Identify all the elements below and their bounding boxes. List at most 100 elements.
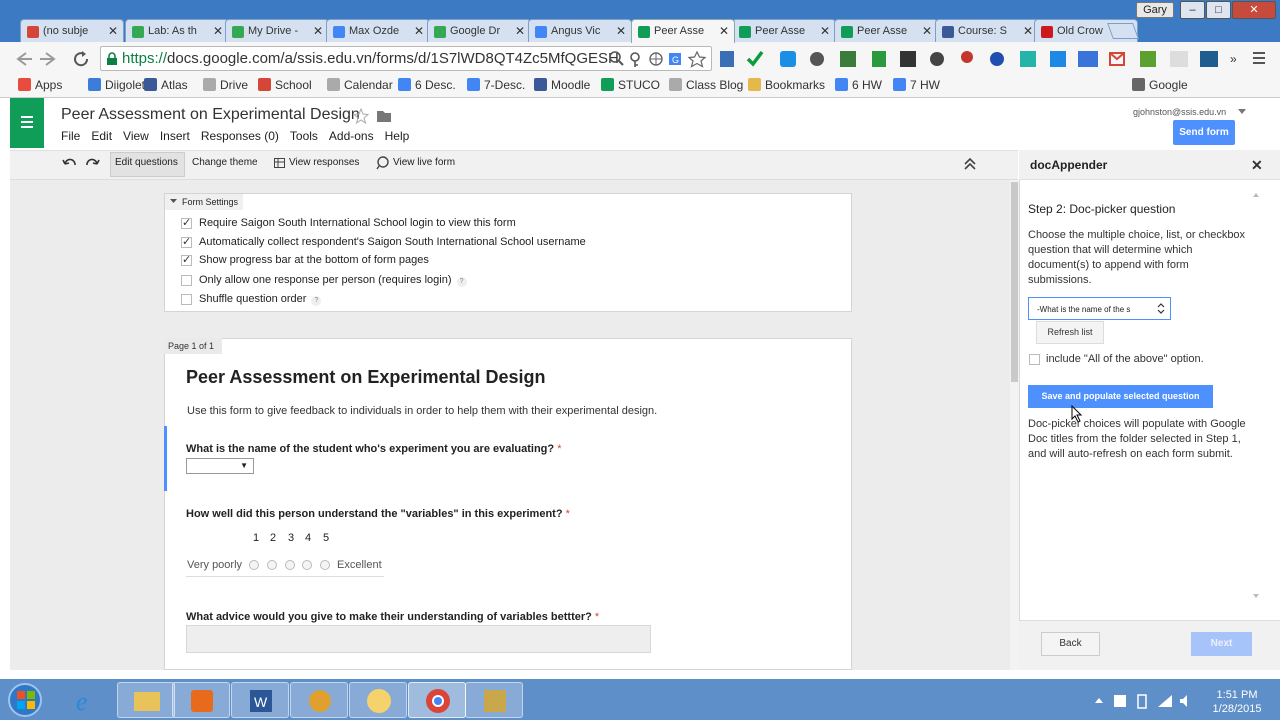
- menu-file[interactable]: File: [61, 129, 80, 143]
- extension-icon[interactable]: [990, 52, 1004, 66]
- volume-icon[interactable]: [1180, 695, 1187, 707]
- browser-tab[interactable]: My Drive - ✕: [225, 19, 329, 43]
- folder-icon[interactable]: [377, 111, 391, 122]
- key-icon[interactable]: [630, 52, 640, 67]
- progress-bar-checkbox[interactable]: [181, 253, 192, 266]
- star-icon[interactable]: [354, 108, 370, 124]
- browser-tab[interactable]: Peer Asse ✕: [631, 19, 735, 43]
- tab-close-icon[interactable]: ✕: [515, 24, 525, 38]
- bookmark-item[interactable]: 7-Desc.: [467, 78, 525, 92]
- tab-close-icon[interactable]: ✕: [820, 24, 830, 38]
- tab-close-icon[interactable]: ✕: [719, 24, 729, 38]
- change-theme-button[interactable]: Change theme: [192, 157, 258, 168]
- reload-icon[interactable]: [74, 51, 89, 67]
- extension-icon[interactable]: [810, 52, 824, 66]
- globe-icon[interactable]: [649, 52, 663, 66]
- browser-tab[interactable]: Max Ozde ✕: [326, 19, 430, 43]
- sidebar-scrollbar[interactable]: [1252, 191, 1260, 603]
- action-center-icon[interactable]: [1114, 695, 1126, 707]
- account-email[interactable]: gjohnston@ssis.edu.vn: [1133, 107, 1226, 117]
- browser-tab[interactable]: Angus Vic ✕: [528, 19, 632, 43]
- scale-radio-1[interactable]: [249, 560, 259, 570]
- menu-edit[interactable]: Edit: [91, 129, 112, 143]
- browser-tab[interactable]: Peer Asse ✕: [834, 19, 938, 43]
- help-icon[interactable]: ?: [456, 277, 467, 287]
- collapse-icon[interactable]: [964, 158, 976, 170]
- question-3[interactable]: What advice would you give to make their…: [186, 611, 599, 623]
- bookmark-item[interactable]: Calendar: [327, 78, 393, 92]
- chevron-down-icon[interactable]: [1238, 109, 1246, 115]
- extension-icon[interactable]: [720, 51, 734, 67]
- extension-icon[interactable]: [930, 52, 944, 66]
- extension-icon[interactable]: [1200, 51, 1218, 67]
- bookmark-item[interactable]: Diigolet: [88, 78, 145, 92]
- bookmark-item[interactable]: 6 HW: [835, 78, 882, 92]
- browser-tab[interactable]: Lab: As th ✕: [125, 19, 229, 43]
- word-taskbar[interactable]: W: [231, 682, 289, 718]
- more-extensions-icon[interactable]: »: [1230, 52, 1237, 66]
- explorer-taskbar[interactable]: [117, 682, 175, 718]
- extension-icon[interactable]: [1050, 51, 1066, 67]
- scale-radio-2[interactable]: [267, 560, 277, 570]
- require-login-checkbox[interactable]: [181, 216, 192, 229]
- extension-icon[interactable]: [961, 51, 973, 63]
- extension-icon[interactable]: [1170, 51, 1188, 67]
- undo-icon[interactable]: [62, 158, 76, 166]
- scrollbar-thumb[interactable]: [1011, 182, 1018, 382]
- extension-icon[interactable]: [1078, 51, 1098, 67]
- bookmark-item[interactable]: Atlas: [144, 78, 188, 92]
- include-all-checkbox[interactable]: [1029, 354, 1040, 365]
- one-response-checkbox[interactable]: [181, 275, 192, 286]
- send-form-button[interactable]: Send form: [1173, 120, 1235, 145]
- clock[interactable]: 1:51 PM 1/28/2015: [1205, 688, 1269, 716]
- tab-close-icon[interactable]: ✕: [313, 24, 323, 38]
- star-icon[interactable]: [687, 50, 707, 68]
- minimize-button[interactable]: –: [1180, 1, 1205, 19]
- form-title[interactable]: Peer Assessment on Experimental Design: [186, 367, 545, 388]
- question-1[interactable]: What is the name of the student who's ex…: [186, 443, 561, 455]
- bookmark-item[interactable]: Drive: [203, 78, 248, 92]
- advice-textarea[interactable]: [186, 625, 651, 653]
- extension-icon[interactable]: [840, 51, 856, 67]
- menu-responses[interactable]: Responses (0): [201, 129, 279, 143]
- bookmark-item[interactable]: Class Blog: [669, 78, 743, 92]
- view-responses-button[interactable]: View responses: [289, 157, 359, 168]
- tab-close-icon[interactable]: ✕: [922, 24, 932, 38]
- extension-icon[interactable]: [872, 51, 886, 67]
- menu-addons[interactable]: Add-ons: [329, 129, 374, 143]
- tab-close-icon[interactable]: ✕: [108, 24, 118, 38]
- extension-icon[interactable]: [1140, 51, 1156, 67]
- bookmark-item[interactable]: School: [258, 78, 312, 92]
- tab-close-icon[interactable]: ✕: [414, 24, 424, 38]
- bookmark-item[interactable]: Moodle: [534, 78, 590, 92]
- view-live-form-button[interactable]: View live form: [393, 157, 455, 168]
- notes-taskbar[interactable]: [465, 682, 523, 718]
- extension-icon[interactable]: [900, 51, 916, 67]
- extension-icon[interactable]: [1109, 52, 1125, 66]
- tray-expand-icon[interactable]: [1095, 698, 1103, 703]
- student-name-dropdown[interactable]: ▼: [186, 458, 254, 474]
- new-tab-button[interactable]: [1107, 23, 1139, 39]
- save-populate-button[interactable]: Save and populate selected question: [1028, 385, 1213, 408]
- bookmark-item[interactable]: Google: [1132, 78, 1188, 92]
- help-icon[interactable]: ?: [311, 296, 322, 306]
- browser-tab[interactable]: Peer Asse ✕: [732, 19, 836, 43]
- app-taskbar[interactable]: [349, 682, 407, 718]
- collect-username-checkbox[interactable]: [181, 235, 192, 248]
- tab-close-icon[interactable]: ✕: [213, 24, 223, 38]
- chrome-taskbar[interactable]: [408, 682, 466, 718]
- bookmark-item[interactable]: Bookmarks: [748, 78, 825, 92]
- back-icon[interactable]: [16, 52, 32, 66]
- sidebar-close-icon[interactable]: ✕: [1251, 157, 1263, 174]
- tab-close-icon[interactable]: ✕: [616, 24, 626, 38]
- back-button[interactable]: Back: [1041, 632, 1100, 656]
- bookmark-item[interactable]: 6 Desc.: [398, 78, 456, 92]
- internet-explorer-taskbar[interactable]: e: [58, 682, 116, 718]
- network-icon[interactable]: [1158, 695, 1172, 707]
- menu-icon[interactable]: [1253, 52, 1265, 64]
- question-2[interactable]: How well did this person understand the …: [186, 508, 570, 520]
- bookmark-item[interactable]: 7 HW: [893, 78, 940, 92]
- battery-icon[interactable]: [1137, 694, 1147, 709]
- menu-tools[interactable]: Tools: [290, 129, 318, 143]
- window-close-button[interactable]: ✕: [1232, 1, 1276, 19]
